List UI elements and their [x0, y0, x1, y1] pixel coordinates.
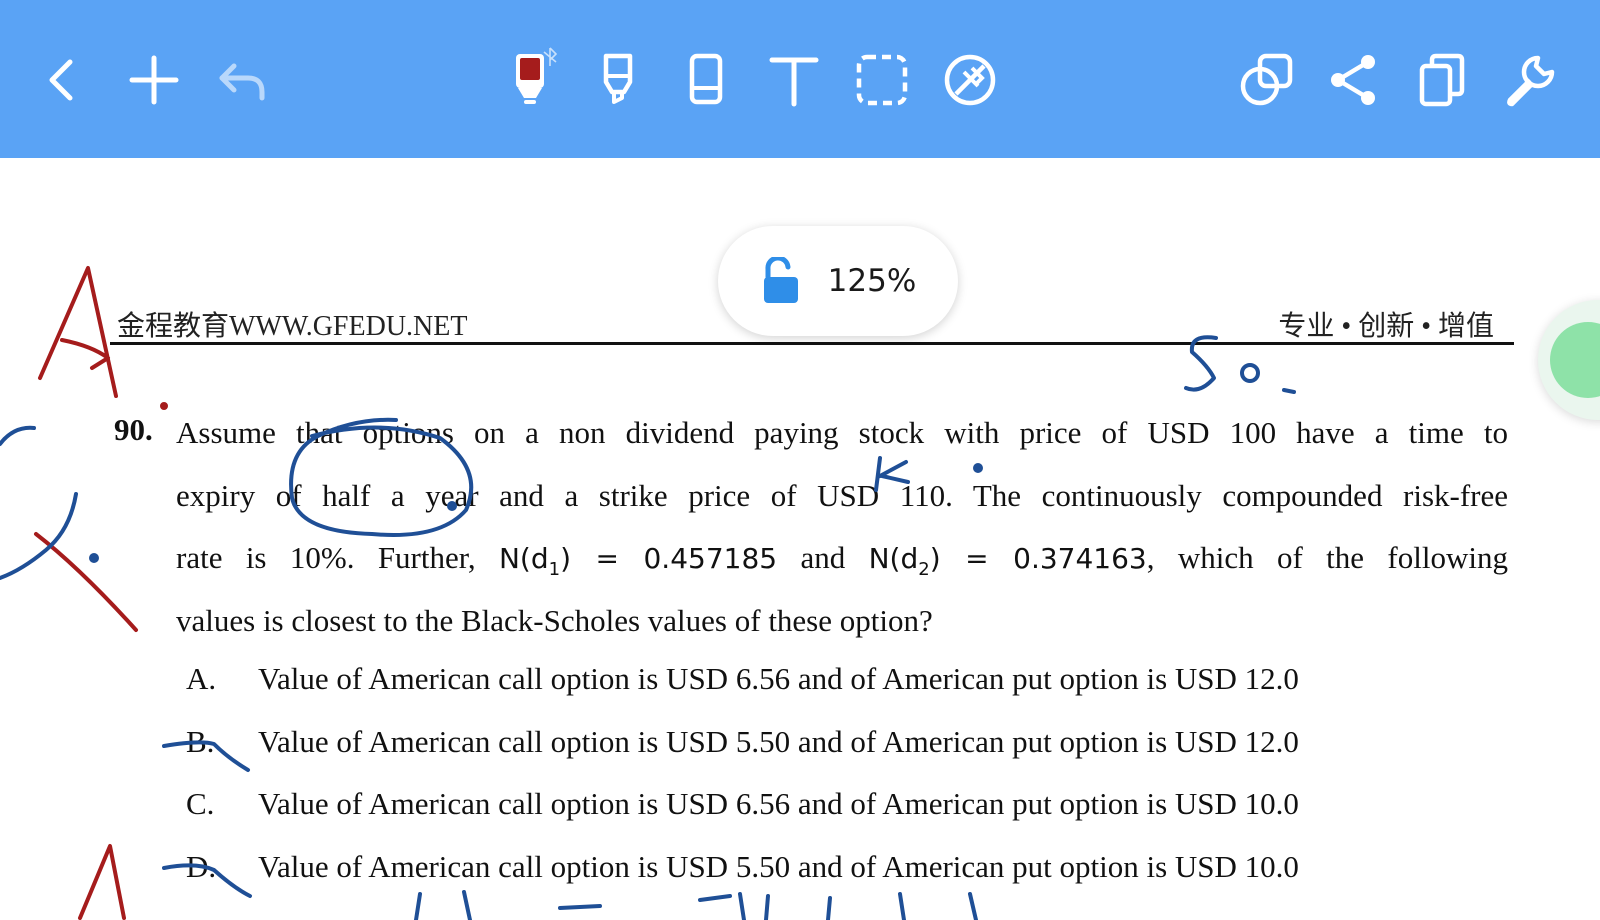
question-line: rate is 10%. Further, N(d1) = 0.457185 a… [176, 540, 1508, 581]
clear-button[interactable] [930, 40, 1010, 120]
eraser-tool-button[interactable] [666, 40, 746, 120]
question-line: expiry of half a year and a strike price… [176, 477, 1508, 513]
top-toolbar [0, 0, 1600, 158]
wechat-icon [1550, 322, 1600, 398]
answer-option-b[interactable]: B. Value of American call option is USD 5… [186, 711, 1446, 774]
zoom-indicator[interactable]: 125% [718, 226, 958, 336]
question-text: Assume that options on a non dividend pa… [176, 402, 1508, 652]
eraser-icon [689, 53, 723, 105]
lasso-select-button[interactable] [842, 40, 922, 120]
back-button[interactable] [24, 40, 104, 120]
question-line: values is closest to the Black-Scholes v… [176, 602, 933, 638]
unlock-icon [763, 257, 798, 303]
question-line: Assume that options on a non dividend pa… [176, 415, 1508, 450]
answer-option-d[interactable]: D. Value of American call option is USD 5… [186, 836, 1446, 899]
add-button[interactable] [114, 40, 194, 120]
share-button[interactable] [1314, 40, 1394, 120]
zoom-level: 125% [827, 263, 917, 299]
settings-wrench-icon [1507, 55, 1555, 107]
pages-button[interactable] [1402, 40, 1482, 120]
question-number: 90. [114, 412, 153, 447]
answer-option-a[interactable]: A. Value of American call option is USD 6… [186, 648, 1446, 711]
shapes-icon [1240, 53, 1293, 106]
header-right: 专业 • 创新 • 增值 [1278, 311, 1494, 342]
text-icon [769, 57, 819, 107]
add-icon [129, 55, 179, 105]
shapes-button[interactable] [1226, 40, 1306, 120]
lasso-select-icon [856, 54, 908, 106]
clear-icon [944, 54, 996, 106]
undo-icon [219, 63, 265, 101]
undo-button[interactable] [202, 40, 282, 120]
highlighter-icon [603, 53, 633, 104]
header-divider [110, 342, 1514, 345]
highlighter-tool-button[interactable] [578, 40, 658, 120]
pages-icon [1419, 53, 1465, 107]
share-icon [1331, 55, 1375, 105]
settings-button[interactable] [1490, 40, 1570, 120]
answer-option-c[interactable]: C. Value of American call option is USD 6… [186, 773, 1446, 836]
text-tool-button[interactable] [754, 40, 834, 120]
pen-tool-button[interactable] [490, 40, 570, 120]
pen-icon [516, 47, 558, 104]
header-left: 金程教育WWW.GFEDU.NET [117, 311, 468, 342]
back-icon [49, 59, 73, 101]
answer-options: A. Value of American call option is USD 6… [186, 648, 1446, 898]
